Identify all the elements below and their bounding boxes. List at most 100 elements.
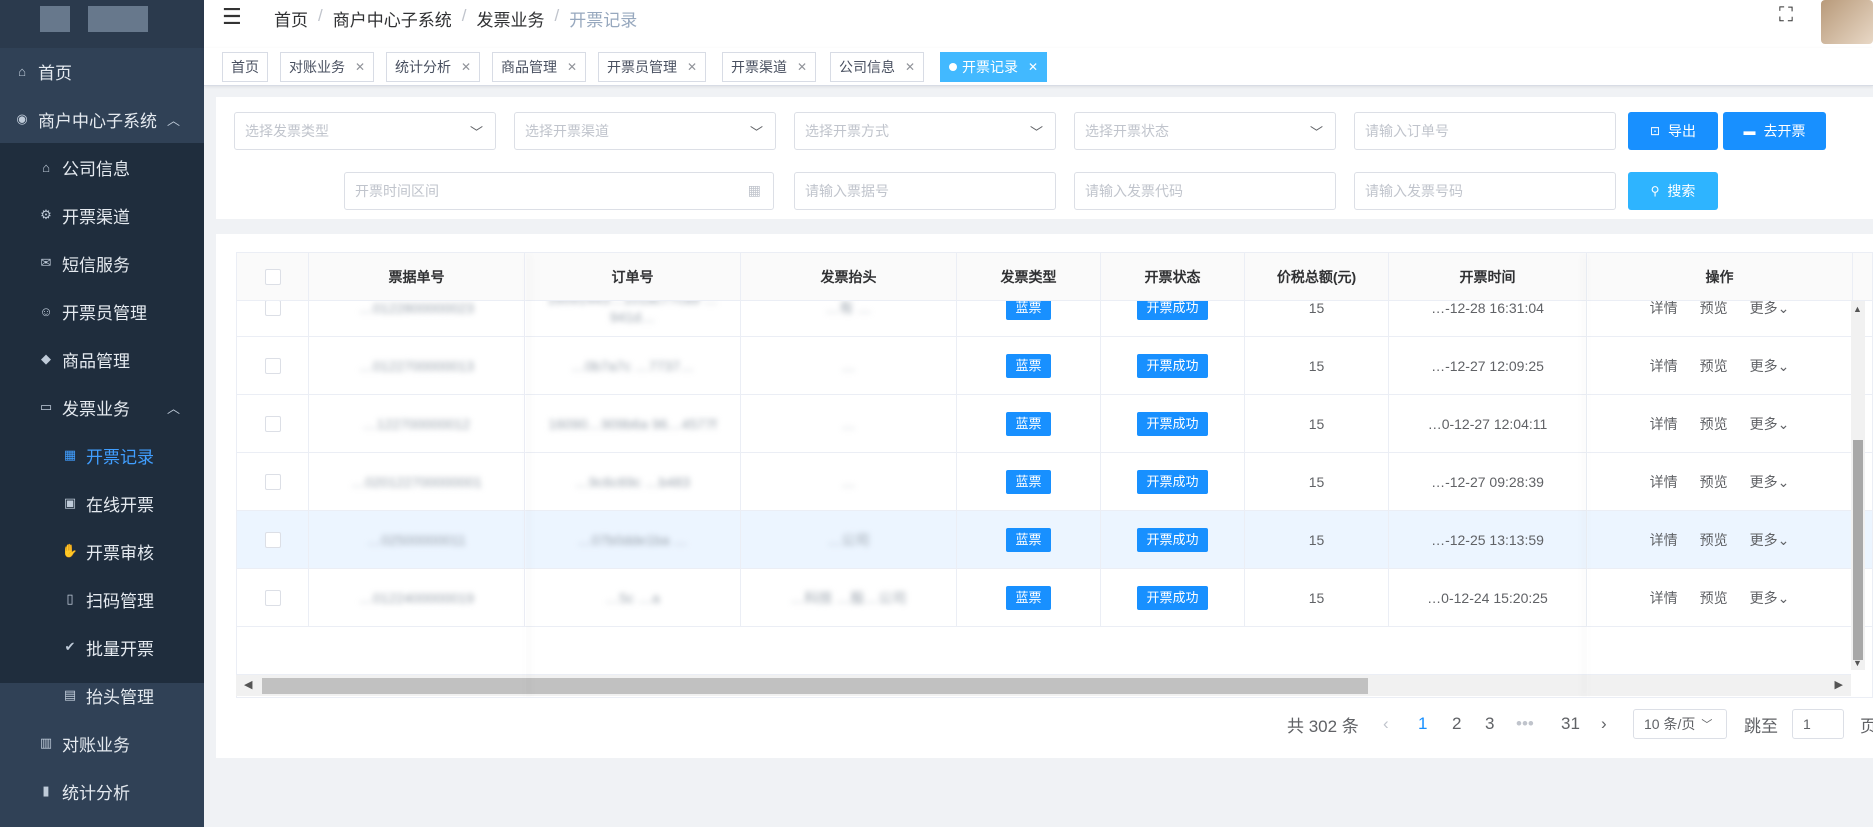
- table-row[interactable]: …122700000012 16090…909b6a 96…4577f… 蓝票 开票成…: [237, 395, 1872, 453]
- row-checkbox[interactable]: [264, 416, 281, 432]
- breadcrumb-invoice-business[interactable]: 发票业务: [476, 6, 544, 31]
- cell-order-no: …0b7a7c …7737…: [525, 337, 741, 395]
- col-bill-no: 票据单号: [309, 253, 525, 301]
- hamburger-icon[interactable]: ☰: [222, 4, 242, 30]
- tag-reconcile[interactable]: 对账业务 ✕: [280, 52, 375, 82]
- sidebar-item-scan[interactable]: ▯ 扫码管理: [0, 575, 204, 623]
- chevron-down-icon: ⌄: [1777, 474, 1790, 490]
- tag-goods[interactable]: 商品管理 ✕: [492, 52, 587, 82]
- preview-link[interactable]: 预览: [1700, 299, 1728, 317]
- sidebar-item-company-info[interactable]: ⌂ 公司信息: [0, 143, 204, 191]
- row-checkbox[interactable]: [264, 474, 281, 490]
- select-all-checkbox[interactable]: [237, 253, 309, 301]
- preview-link[interactable]: 预览: [1700, 415, 1728, 433]
- close-icon[interactable]: ✕: [1028, 60, 1038, 74]
- logo: [0, 0, 204, 48]
- detail-link[interactable]: 详情: [1650, 531, 1678, 549]
- more-dropdown[interactable]: 更多: [1750, 357, 1778, 375]
- detail-link[interactable]: 详情: [1650, 357, 1678, 375]
- status-select[interactable]: 选择开票状态 ﹀: [1074, 112, 1336, 150]
- avatar[interactable]: [1821, 0, 1873, 44]
- sidebar-item-clerk[interactable]: ☺ 开票员管理: [0, 287, 204, 335]
- close-icon[interactable]: ✕: [687, 60, 697, 74]
- sidebar-item-stats[interactable]: ▮ 统计分析: [0, 767, 204, 815]
- breadcrumb-merchant[interactable]: 商户中心子系统: [333, 6, 452, 31]
- row-checkbox[interactable]: [264, 590, 281, 606]
- jump-page-input[interactable]: 1: [1792, 709, 1844, 739]
- tag-stats[interactable]: 统计分析 ✕: [386, 52, 481, 82]
- close-icon[interactable]: ✕: [461, 60, 471, 74]
- users-icon: ☺: [39, 303, 53, 319]
- detail-link[interactable]: 详情: [1650, 589, 1678, 607]
- search-button[interactable]: ⚲ 搜索: [1628, 172, 1718, 210]
- more-dropdown[interactable]: 更多: [1750, 589, 1778, 607]
- row-checkbox[interactable]: [264, 532, 281, 548]
- invoice-type-select[interactable]: 选择发票类型 ﹀: [234, 112, 496, 150]
- sidebar-item-goods[interactable]: ◆ 商品管理: [0, 335, 204, 383]
- page-3[interactable]: 3: [1485, 714, 1494, 734]
- sidebar-item-batch[interactable]: ✔ 批量开票: [0, 623, 204, 671]
- method-select[interactable]: 选择开票方式 ﹀: [794, 112, 1056, 150]
- order-no-input[interactable]: 请输入订单号: [1354, 112, 1616, 150]
- row-checkbox[interactable]: [264, 300, 281, 316]
- tag-company-info[interactable]: 公司信息 ✕: [830, 52, 925, 82]
- preview-link[interactable]: 预览: [1700, 531, 1728, 549]
- sidebar-item-merchant[interactable]: ◉ 商户中心子系统 ︿: [0, 95, 204, 143]
- tag-invoice-records[interactable]: 开票记录 ✕: [940, 52, 1048, 82]
- more-dropdown[interactable]: 更多: [1750, 531, 1778, 549]
- sidebar-item-home[interactable]: ⌂ 首页: [0, 47, 204, 95]
- more-dropdown[interactable]: 更多: [1750, 299, 1778, 317]
- tag-home[interactable]: 首页: [222, 52, 268, 82]
- row-checkbox[interactable]: [264, 358, 281, 374]
- page-1[interactable]: 1: [1418, 714, 1427, 734]
- sidebar-item-invoice-records[interactable]: ▦ 开票记录: [0, 431, 204, 479]
- close-icon[interactable]: ✕: [355, 60, 365, 74]
- bill-no-input[interactable]: 请输入票据号: [794, 172, 1056, 210]
- sidebar-item-invoice-business[interactable]: ▭ 发票业务 ︿: [0, 383, 204, 431]
- table-row[interactable]: …0122700000013 …0b7a7c …7737…… 蓝票 开票成功 15 …-1…: [237, 337, 1872, 395]
- close-icon[interactable]: ✕: [905, 60, 915, 74]
- tag-clerk[interactable]: 开票员管理 ✕: [598, 52, 707, 82]
- sidebar-item-sms[interactable]: ✉ 短信服务: [0, 239, 204, 287]
- calendar-icon: ▦: [747, 182, 761, 198]
- sidebar-item-invoice-review[interactable]: ✋ 开票审核: [0, 527, 204, 575]
- preview-link[interactable]: 预览: [1700, 357, 1728, 375]
- table-row[interactable]: …020122700000001 …9c6c69c …b483… 蓝票 开票成功 15……: [237, 453, 1872, 511]
- sidebar-item-channel[interactable]: ⚙ 开票渠道: [0, 191, 204, 239]
- page-31[interactable]: 31: [1561, 714, 1580, 734]
- next-page-icon[interactable]: ›: [1601, 714, 1607, 734]
- sidebar-item-reconcile[interactable]: ▥ 对账业务: [0, 719, 204, 767]
- channel-select[interactable]: 选择开票渠道 ﹀: [514, 112, 776, 150]
- close-icon[interactable]: ✕: [797, 60, 807, 74]
- cell-time: …0-12-24 15:20:25: [1389, 569, 1587, 627]
- page-ellipsis[interactable]: •••: [1516, 714, 1534, 734]
- page-2[interactable]: 2: [1452, 714, 1461, 734]
- phone-icon: ▯: [66, 591, 74, 606]
- table-horizontal-scrollbar[interactable]: ◀ ▶: [236, 674, 1851, 696]
- preview-link[interactable]: 预览: [1700, 589, 1728, 607]
- table-vertical-scrollbar[interactable]: ▲ ▼: [1851, 300, 1865, 670]
- tag-channel[interactable]: 开票渠道 ✕: [722, 52, 817, 82]
- invoice-code-input[interactable]: 请输入发票代码: [1074, 172, 1336, 210]
- export-button[interactable]: ⊡ 导出: [1628, 112, 1718, 150]
- preview-link[interactable]: 预览: [1700, 473, 1728, 491]
- table-row[interactable]: …0122400000019 …5c …a …科技 …股…公司 蓝票 开票成功 15 …0-…: [237, 569, 1872, 627]
- close-icon[interactable]: ✕: [567, 60, 577, 74]
- breadcrumb-home[interactable]: 首页: [274, 6, 308, 31]
- sidebar-item-online-invoice[interactable]: ▣ 在线开票: [0, 479, 204, 527]
- prev-page-icon[interactable]: ‹: [1383, 714, 1389, 734]
- active-dot-icon: [949, 63, 957, 71]
- table-row[interactable]: …02500000011 …07b0dde1ba … …公司 蓝票 开票成功 15 …-12…: [237, 511, 1872, 569]
- date-range-picker[interactable]: 开票时间区间 ▦: [344, 172, 774, 210]
- more-dropdown[interactable]: 更多: [1750, 473, 1778, 491]
- more-dropdown[interactable]: 更多: [1750, 415, 1778, 433]
- fullscreen-icon[interactable]: ⛶: [1779, 4, 1793, 27]
- detail-link[interactable]: 详情: [1650, 299, 1678, 317]
- page-size-select[interactable]: 10 条/页 ﹀: [1633, 709, 1727, 739]
- navbar: ☰ 首页 / 商户中心子系统 / 发票业务 / 开票记录 ⛶: [204, 0, 1873, 48]
- detail-link[interactable]: 详情: [1650, 473, 1678, 491]
- invoice-number-input[interactable]: 请输入发票号码: [1354, 172, 1616, 210]
- go-invoice-button[interactable]: ▬ 去开票: [1723, 112, 1826, 150]
- detail-link[interactable]: 详情: [1650, 415, 1678, 433]
- sidebar-item-title-mgmt[interactable]: ▤ 抬头管理: [0, 671, 204, 719]
